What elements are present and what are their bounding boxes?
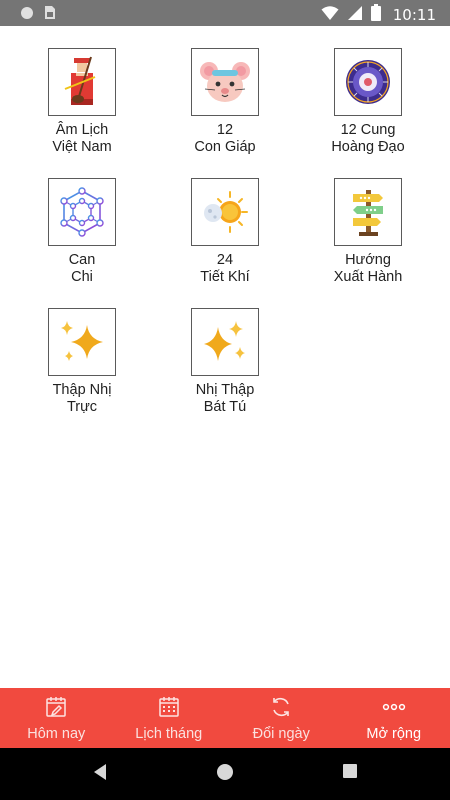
- signpost-icon: [334, 178, 402, 246]
- nav-hom-nay[interactable]: Hôm nay: [0, 688, 113, 748]
- tile-24-tiet-khi[interactable]: 24 Tiết Khí: [165, 178, 285, 286]
- tile-label-line1: Hướng: [345, 252, 391, 268]
- nav-lich-thang[interactable]: Lịch tháng: [113, 688, 226, 748]
- nav-label: Mở rộng: [366, 726, 422, 742]
- tile-thap-nhi-truc[interactable]: Thập Nhị Trực: [22, 308, 142, 416]
- tile-12-cung-hoang-dao[interactable]: 12 Cung Hoàng Đạo: [308, 48, 428, 156]
- tile-nhi-thap-bat-tu[interactable]: Nhị Thập Bát Tú: [165, 308, 285, 416]
- tile-label-line1: Nhị Thập: [195, 382, 255, 398]
- tile-label-line2: Trực: [66, 399, 98, 415]
- nav-mo-rong[interactable]: Mở rộng: [338, 688, 450, 748]
- home-icon[interactable]: [216, 763, 234, 786]
- nav-label: Hôm nay: [27, 726, 86, 742]
- sim-card-icon: [44, 5, 56, 25]
- tile-label-line1: 12: [216, 122, 234, 138]
- tile-label-line2: Con Giáp: [194, 139, 256, 155]
- tile-label-line1: Thập Nhị: [52, 382, 112, 398]
- nav-label: Đổi ngày: [252, 726, 310, 742]
- musician-icon: [48, 48, 116, 116]
- nav-doi-ngay[interactable]: Đổi ngày: [225, 688, 338, 748]
- battery-icon: [370, 4, 381, 25]
- back-icon[interactable]: [92, 763, 108, 786]
- tile-label-line1: Âm Lịch: [55, 122, 109, 138]
- signal-icon: [347, 5, 363, 25]
- tile-label-line2: Chi: [71, 269, 93, 285]
- status-bar: 10:11: [0, 0, 450, 26]
- tile-can-chi[interactable]: Can Chi: [22, 178, 142, 286]
- month-calendar-icon: [157, 694, 181, 720]
- tile-label-line2: Xuất Hành: [333, 269, 403, 285]
- zodiac-wheel-icon: [334, 48, 402, 116]
- wifi-icon: [321, 5, 339, 25]
- tile-label-line2: Bát Tú: [203, 399, 247, 415]
- sun-moon-icon: [191, 178, 259, 246]
- system-navigation-bar: [0, 748, 450, 800]
- bottom-navigation: Hôm nay Lịch tháng Đổi ngày Mở rộng: [0, 688, 450, 748]
- convert-date-icon: [269, 694, 293, 720]
- circle-notification-icon: [20, 6, 34, 25]
- tile-label-line1: 24: [216, 252, 234, 268]
- rat-icon: [191, 48, 259, 116]
- clock: 10:11: [392, 5, 436, 24]
- tile-label-line2: Tiết Khí: [200, 269, 250, 285]
- tile-label-line2: Việt Nam: [52, 139, 112, 155]
- sparkle-icon: [48, 308, 116, 376]
- tile-label-line1: 12 Cung: [340, 122, 396, 138]
- stars-icon: [191, 308, 259, 376]
- nav-label: Lịch tháng: [135, 726, 203, 742]
- hexagon-network-icon: [48, 178, 116, 246]
- recents-icon[interactable]: [342, 763, 358, 784]
- tile-huong-xuat-hanh[interactable]: Hướng Xuất Hành: [308, 178, 428, 286]
- tile-label-line2: Hoàng Đạo: [331, 139, 405, 155]
- tile-label-line1: Can: [68, 252, 96, 268]
- tile-12-con-giap[interactable]: 12 Con Giáp: [165, 48, 285, 156]
- today-calendar-icon: [44, 694, 68, 720]
- tile-am-lich-viet-nam[interactable]: Âm Lịch Việt Nam: [22, 48, 142, 156]
- more-icon: [381, 694, 407, 720]
